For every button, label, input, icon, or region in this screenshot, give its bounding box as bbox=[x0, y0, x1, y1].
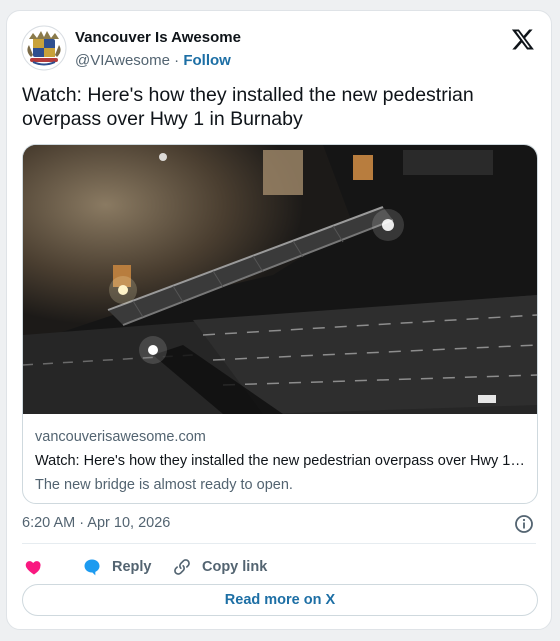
avatar-crest-icon bbox=[21, 25, 67, 71]
action-bar: Reply Copy link bbox=[22, 554, 536, 580]
info-icon[interactable] bbox=[514, 514, 534, 534]
link-icon bbox=[174, 559, 190, 575]
tweet-card: Vancouver Is Awesome @VIAwesome · Follow… bbox=[6, 10, 552, 630]
link-preview-card[interactable]: vancouverisawesome.com Watch: Here's how… bbox=[22, 144, 538, 504]
heart-icon bbox=[25, 561, 41, 575]
like-button[interactable] bbox=[24, 554, 44, 580]
tweet-header: Vancouver Is Awesome @VIAwesome · Follow bbox=[21, 25, 537, 73]
divider bbox=[22, 543, 536, 544]
link-domain: vancouverisawesome.com bbox=[35, 429, 206, 445]
reply-label: Reply bbox=[112, 559, 152, 575]
separator-dot: · bbox=[174, 52, 180, 69]
link-preview-image bbox=[23, 145, 537, 414]
link-description: The new bridge is almost ready to open. bbox=[35, 477, 293, 493]
reply-button[interactable]: Reply bbox=[82, 554, 152, 580]
copy-link-button[interactable]: Copy link bbox=[172, 554, 267, 580]
reply-bubble-icon bbox=[84, 559, 100, 576]
author-handle[interactable]: @VIAwesome bbox=[75, 52, 170, 69]
copy-link-label: Copy link bbox=[202, 559, 268, 575]
follow-button[interactable]: Follow bbox=[183, 52, 231, 69]
tweet-text: Watch: Here's how they installed the new… bbox=[22, 84, 474, 130]
author-handle-line: @VIAwesome · Follow bbox=[75, 52, 231, 69]
timestamp-row: 6:20 AM · Apr 10, 2026 bbox=[22, 514, 536, 536]
link-meta: vancouverisawesome.com Watch: Here's how… bbox=[35, 429, 525, 493]
author-name[interactable]: Vancouver Is Awesome bbox=[75, 29, 241, 46]
read-more-button[interactable]: Read more on X bbox=[22, 584, 538, 616]
x-logo-icon[interactable] bbox=[511, 27, 535, 51]
link-title: Watch: Here's how they installed the new… bbox=[35, 453, 525, 469]
avatar[interactable] bbox=[21, 25, 67, 71]
timestamp[interactable]: 6:20 AM · Apr 10, 2026 bbox=[22, 515, 170, 531]
